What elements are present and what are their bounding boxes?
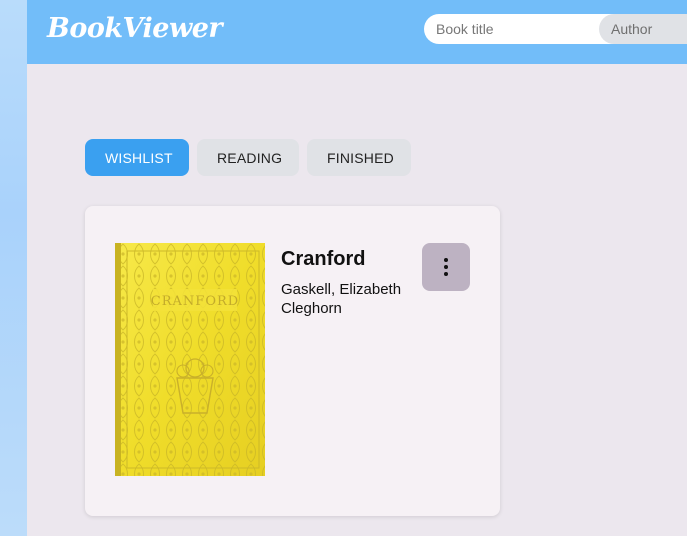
book-card[interactable]: CRANFORD Cranford Gaskell, Elizabeth Cle… (85, 206, 500, 516)
tab-reading[interactable]: READING (197, 139, 299, 176)
book-author: Gaskell, Elizabeth Cleghorn (281, 281, 402, 317)
top-bar: BookViewer (27, 0, 687, 64)
book-options-button[interactable] (422, 243, 470, 291)
book-title[interactable]: Cranford (281, 248, 365, 271)
shelf-tabs: WISHLIST READING FINISHED (85, 139, 411, 176)
more-vertical-icon (444, 258, 448, 276)
book-title-search-input[interactable] (424, 14, 614, 44)
tab-finished[interactable]: FINISHED (307, 139, 411, 176)
book-cover-image: CRANFORD (115, 243, 265, 476)
side-strip (0, 0, 27, 536)
app-logo[interactable]: BookViewer (47, 13, 223, 44)
author-search-input[interactable] (599, 14, 687, 44)
cover-title-lettering: CRANFORD (151, 294, 239, 309)
tab-wishlist[interactable]: WISHLIST (85, 139, 189, 176)
